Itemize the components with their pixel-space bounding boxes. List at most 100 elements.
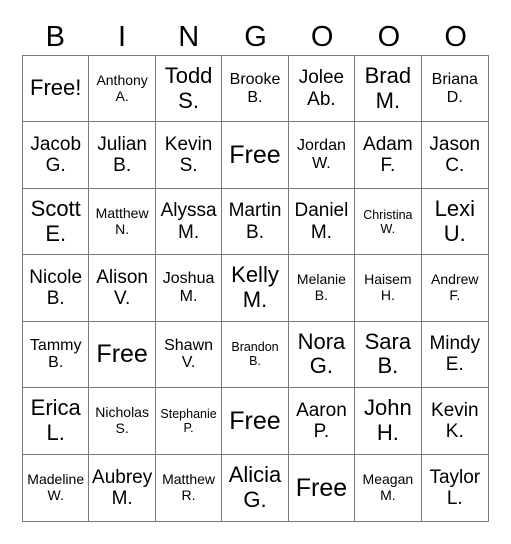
free-space-cell[interactable]: Free [89,321,156,389]
cell-label: Shawn V. [164,336,214,372]
bingo-cell[interactable]: John H. [355,388,422,455]
bingo-cell[interactable]: Alicia G. [222,454,289,521]
bingo-cell[interactable]: Jolee Ab. [288,56,356,123]
bingo-cell[interactable]: Matthew N. [89,188,156,256]
bingo-cell[interactable]: Shawn V. [155,321,223,389]
bingo-cell[interactable]: Melanie B. [288,255,356,322]
cell-label: Meagan M. [362,471,414,503]
bingo-cell[interactable]: Matthew R. [156,454,223,521]
cell-label: Haisem H. [364,271,412,303]
bingo-cell[interactable]: Andrew F. [421,255,488,322]
bingo-cell[interactable]: Sara B. [355,321,422,389]
bingo-cell[interactable]: Stephanie P. [155,388,223,455]
cell-label: Free [229,406,281,435]
cell-label: Melanie B. [296,271,346,303]
bingo-cell[interactable]: Alyssa M. [155,188,223,256]
header-letter: G [244,21,267,53]
header-letter: I [118,21,127,53]
cell-label: Matthew R. [162,471,216,503]
bingo-cell[interactable]: Erica L. [23,388,90,455]
cell-label: Stephanie P. [160,406,217,435]
header-letter: N [178,21,200,53]
bingo-cell[interactable]: Todd S. [155,56,223,123]
cell-label: Free [229,141,281,170]
bingo-cell[interactable]: Joshua M. [155,255,223,322]
cell-label: Anthony A. [96,72,148,104]
cell-label: Andrew F. [431,271,479,303]
cell-label: Tammy B. [29,336,82,372]
bingo-cell[interactable]: Meagan M. [355,454,422,521]
cell-label: Adam F. [363,133,413,177]
bingo-cell[interactable]: Brooke B. [222,56,289,123]
cell-label: Erica L. [30,395,81,445]
free-space-cell[interactable]: Free [222,122,289,189]
bingo-cell[interactable]: Kevin S. [155,122,223,189]
cell-label: Free [295,473,348,502]
bingo-board: Free! Anthony A. Todd S. Brooke B. Jolee Ab.… [22,55,489,522]
cell-label: Jolee Ab. [298,67,345,110]
cell-label: Todd S. [164,63,213,113]
bingo-cell[interactable]: Madeline W. [23,454,90,521]
cell-label: Jacob G. [30,133,82,177]
cell-label: Kelly M. [231,262,279,312]
bingo-cell[interactable]: Briana D. [421,56,488,123]
cell-label: Brandon B. [231,340,279,369]
cell-label: Brooke B. [229,70,281,106]
cell-label: Joshua M. [162,270,215,305]
bingo-cell[interactable]: Brandon B. [222,321,289,389]
bingo-cell[interactable]: Alison V. [89,255,156,322]
bingo-cell[interactable]: Julian B. [89,122,156,189]
header-letter: O [310,21,334,53]
bingo-cell[interactable]: Brad M. [355,56,422,123]
cell-label: Taylor L. [429,466,481,509]
bingo-cell[interactable]: Haisem H. [355,255,422,322]
cell-label: Christina W. [363,207,413,236]
free-space-cell[interactable]: Free [222,388,289,455]
cell-label: Nora G. [297,328,346,379]
cell-label: Madeline W. [27,471,85,503]
bingo-cell[interactable]: Scott E. [23,188,90,256]
bingo-cell[interactable]: Aaron P. [288,388,356,455]
header-letter: O [444,21,467,53]
cell-label: Julian B. [97,133,147,177]
bingo-cell[interactable]: Nicole B. [23,255,90,322]
bingo-cell[interactable]: Christina W. [355,188,422,256]
cell-label: Jason C. [429,133,481,177]
bingo-cell[interactable]: Lexi U. [421,189,488,256]
cell-label: Nicholas S. [95,404,149,436]
bingo-cell[interactable]: Kevin K. [421,388,488,455]
bingo-cell[interactable]: Anthony A. [89,56,156,123]
bingo-cell[interactable]: Nora G. [288,321,356,389]
bingo-header: B I N G O O O [22,20,489,54]
cell-label: Aubrey M. [92,466,153,509]
cell-label: Free [96,340,148,369]
cell-label: Brad M. [364,63,412,113]
cell-label: Sara B. [364,328,412,379]
cell-label: Alicia G. [228,462,282,512]
cell-label: Kevin K. [431,399,479,442]
cell-label: Lexi U. [434,195,475,246]
cell-label: Free! [30,75,82,101]
bingo-cell[interactable]: Mindy E. [421,322,488,389]
cell-label: Matthew N. [95,204,149,237]
bingo-cell[interactable]: Taylor L. [422,455,488,521]
bingo-cell[interactable]: Nicholas S. [89,388,156,455]
free-space-cell[interactable]: Free [289,454,356,521]
bingo-cell[interactable]: Jason C. [421,122,488,189]
bingo-cell[interactable]: Tammy B. [23,321,90,389]
free-space-cell[interactable]: Free! [23,56,90,123]
bingo-cell[interactable]: Jacob G. [23,122,90,189]
cell-label: Scott E. [30,195,81,246]
bingo-cell[interactable]: Kelly M. [222,255,289,322]
cell-label: Mindy E. [429,333,481,376]
cell-label: Briana D. [431,70,478,106]
bingo-cell[interactable]: Jordan W. [288,122,356,189]
cell-label: Alyssa M. [160,200,217,243]
cell-label: Daniel M. [294,200,349,243]
bingo-cell[interactable]: Martin B. [222,188,289,256]
bingo-cell[interactable]: Aubrey M. [89,454,156,521]
bingo-cell[interactable]: Daniel M. [288,188,356,256]
header-letter: B [45,21,66,53]
bingo-cell[interactable]: Adam F. [355,122,422,189]
header-letter: O [377,21,401,53]
